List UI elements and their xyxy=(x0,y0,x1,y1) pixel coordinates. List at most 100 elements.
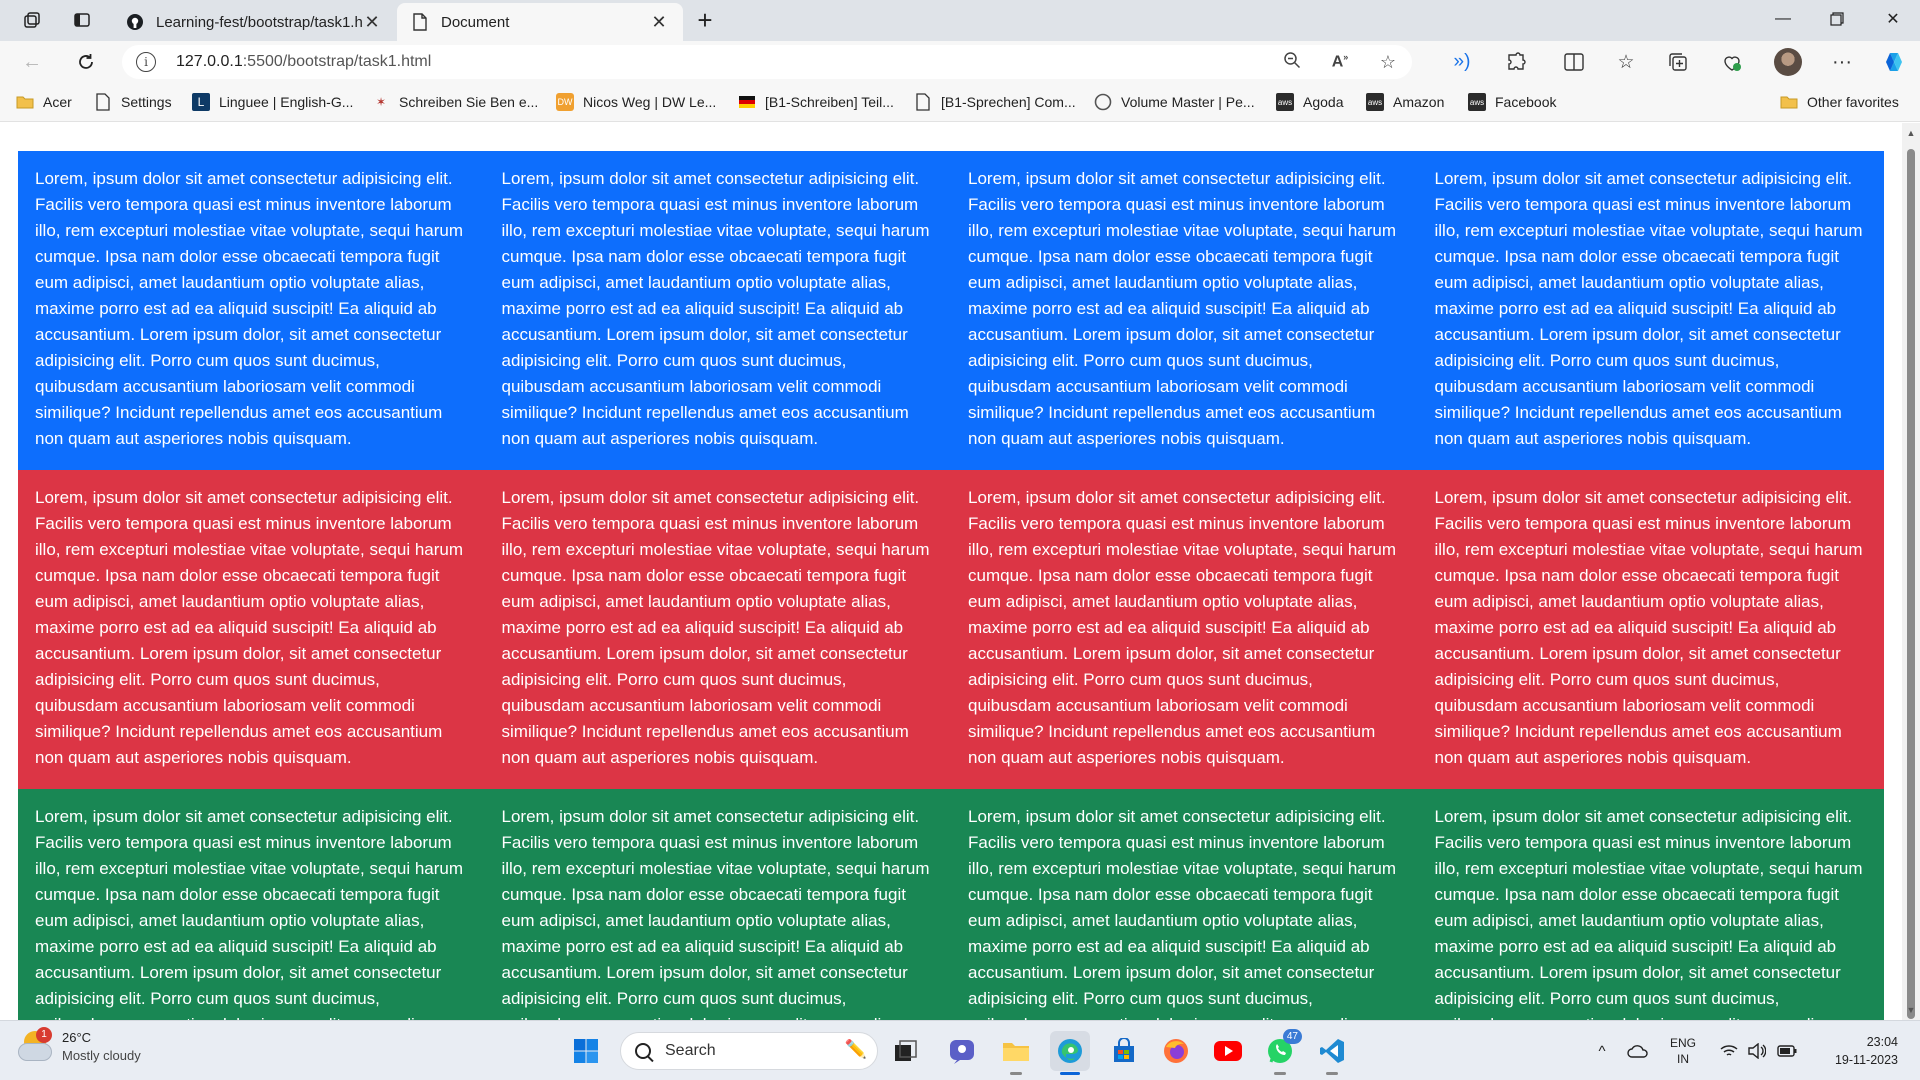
favorite-amazon[interactable]: aws Amazon xyxy=(1366,90,1444,114)
github-icon xyxy=(126,13,144,31)
language-line1: ENG xyxy=(1670,1036,1697,1050)
tab-github[interactable]: Learning-fest/bootstrap/task1.ht ✕ xyxy=(112,3,396,41)
show-hidden-icons-icon[interactable]: ^ xyxy=(1592,1031,1612,1071)
favorite-label: Nicos Weg | DW Le... xyxy=(583,94,717,110)
copilot-sound-icon[interactable]: ») xyxy=(1442,45,1482,79)
facebook-icon: aws xyxy=(1468,93,1486,111)
active-indicator xyxy=(1010,1072,1022,1075)
active-indicator xyxy=(1326,1072,1338,1075)
column-text: Lorem, ipsum dolor sit amet consectetur … xyxy=(1434,488,1863,767)
address-bar[interactable]: i 127.0.0.1:5500/bootstrap/task1.html A»… xyxy=(122,45,1412,79)
scrollbar-thumb[interactable] xyxy=(1907,149,1915,1019)
column-text: Lorem, ipsum dolor sit amet consectetur … xyxy=(35,488,464,767)
tab-title: Learning-fest/bootstrap/task1.ht xyxy=(156,13,362,31)
collections-icon[interactable] xyxy=(1658,45,1698,79)
other-favorites[interactable]: Other favorites xyxy=(1780,90,1899,114)
page-viewport: Lorem, ipsum dolor sit amet consectetur … xyxy=(0,123,1920,1020)
vertical-scrollbar[interactable]: ▲ ▼ xyxy=(1902,123,1920,1020)
column-text: Lorem, ipsum dolor sit amet consectetur … xyxy=(968,807,1397,1020)
zoom-icon[interactable] xyxy=(1268,51,1316,74)
favorite-facebook[interactable]: aws Facebook xyxy=(1468,90,1556,114)
favorite-label: Agoda xyxy=(1303,94,1344,110)
restore-button[interactable] xyxy=(1810,0,1864,38)
language-indicator[interactable]: ENG IN xyxy=(1670,1035,1696,1067)
microsoft-store-icon[interactable] xyxy=(1104,1031,1144,1071)
favorite-settings[interactable]: Settings xyxy=(94,90,172,114)
minimize-button[interactable]: — xyxy=(1756,0,1810,38)
active-indicator xyxy=(1060,1072,1080,1075)
column-text: Lorem, ipsum dolor sit amet consectetur … xyxy=(501,807,930,1020)
youtube-icon[interactable] xyxy=(1208,1031,1248,1071)
page-icon xyxy=(914,93,932,111)
close-window-button[interactable]: ✕ xyxy=(1866,0,1920,38)
refresh-button[interactable] xyxy=(66,45,106,79)
favorite-schreiben[interactable]: ✶ Schreiben Sie Ben e... xyxy=(372,90,538,114)
column-text: Lorem, ipsum dolor sit amet consectetur … xyxy=(501,169,930,448)
favorite-agoda[interactable]: aws Agoda xyxy=(1276,90,1343,114)
url-text: 127.0.0.1:5500/bootstrap/task1.html xyxy=(176,53,431,71)
folder-icon xyxy=(16,93,34,111)
column-text: Lorem, ipsum dolor sit amet consectetur … xyxy=(968,169,1397,448)
dw-icon: DW xyxy=(556,93,574,111)
workspaces-icon[interactable] xyxy=(12,4,52,36)
edge-icon[interactable] xyxy=(1050,1031,1090,1075)
scroll-up-icon[interactable]: ▲ xyxy=(1902,125,1920,141)
task-view-icon[interactable] xyxy=(886,1031,926,1071)
favorites-bar: Acer Settings L Linguee | English-G... ✶… xyxy=(0,82,1920,122)
favorite-label: [B1-Schreiben] Teil... xyxy=(765,94,894,110)
column-text: Lorem, ipsum dolor sit amet consectetur … xyxy=(1434,169,1863,448)
volume-icon[interactable] xyxy=(1746,1031,1768,1071)
site-info-icon[interactable]: i xyxy=(136,52,156,72)
clock-date: 19-11-2023 xyxy=(1834,1053,1898,1067)
firefox-icon[interactable] xyxy=(1156,1031,1196,1071)
copilot-icon[interactable] xyxy=(1874,45,1914,79)
favorite-acer[interactable]: Acer xyxy=(16,90,72,114)
file-explorer-icon[interactable] xyxy=(996,1031,1036,1075)
close-tab-icon[interactable]: ✕ xyxy=(362,12,382,33)
favorite-b1-sprechen[interactable]: [B1-Sprechen] Com... xyxy=(914,90,1076,114)
favorite-nicos-weg[interactable]: DW Nicos Weg | DW Le... xyxy=(556,90,716,114)
clock-time: 23:04 xyxy=(1866,1035,1898,1049)
bootstrap-container: Lorem, ipsum dolor sit amet consectetur … xyxy=(18,151,1884,1020)
amazon-icon: aws xyxy=(1366,93,1384,111)
more-menu-icon[interactable]: ··· xyxy=(1822,45,1862,79)
extensions-icon[interactable] xyxy=(1496,45,1536,79)
taskbar-search[interactable]: Search ✏️ xyxy=(620,1032,878,1070)
system-clock[interactable]: 23:04 19-11-2023 xyxy=(1820,1033,1898,1069)
favorite-b1-schreiben[interactable]: [B1-Schreiben] Teil... xyxy=(738,90,894,114)
column-text: Lorem, ipsum dolor sit amet consectetur … xyxy=(35,807,464,1020)
search-highlight-icon: ✏️ xyxy=(844,1039,867,1059)
tab-document[interactable]: Document ✕ xyxy=(397,3,683,41)
scroll-down-icon[interactable]: ▼ xyxy=(1902,1002,1920,1018)
favorite-volume-master[interactable]: Volume Master | Pe... xyxy=(1094,90,1255,114)
whatsapp-icon[interactable]: 47 xyxy=(1260,1029,1302,1075)
back-button[interactable]: ← xyxy=(12,45,52,79)
wifi-icon[interactable] xyxy=(1718,1031,1740,1071)
favorite-label: [B1-Sprechen] Com... xyxy=(941,94,1076,110)
favorite-label: Facebook xyxy=(1495,94,1557,110)
split-screen-icon[interactable] xyxy=(1554,45,1594,79)
favorite-label: Schreiben Sie Ben e... xyxy=(399,94,539,110)
teams-chat-icon[interactable] xyxy=(942,1031,982,1071)
agoda-icon: aws xyxy=(1276,93,1294,111)
browser-essentials-icon[interactable] xyxy=(1712,45,1752,79)
favorite-label: Amazon xyxy=(1393,94,1445,110)
read-aloud-icon[interactable]: A» xyxy=(1316,52,1364,71)
new-tab-button[interactable]: + xyxy=(687,4,723,36)
favorite-star-icon[interactable]: ☆ xyxy=(1364,52,1412,73)
close-tab-icon[interactable]: ✕ xyxy=(649,12,669,33)
vertical-tabs-icon[interactable] xyxy=(62,4,102,36)
vscode-icon[interactable] xyxy=(1312,1031,1352,1075)
favorite-linguee[interactable]: L Linguee | English-G... xyxy=(192,90,353,114)
windows-start-icon[interactable] xyxy=(566,1031,606,1071)
onedrive-icon[interactable] xyxy=(1624,1031,1652,1071)
weather-icon: 1 xyxy=(18,1027,54,1065)
favorites-icon[interactable]: ☆ xyxy=(1606,45,1646,79)
profile-avatar[interactable] xyxy=(1768,45,1808,79)
taskbar: 1 26°C Mostly cloudy Search ✏️ 47 ^ ENG … xyxy=(0,1020,1920,1080)
weather-widget[interactable]: 1 26°C Mostly cloudy xyxy=(18,1027,141,1065)
whatsapp-badge: 47 xyxy=(1282,1029,1302,1044)
other-favorites-label: Other favorites xyxy=(1807,94,1899,110)
german-flag-icon xyxy=(738,93,756,111)
battery-icon[interactable] xyxy=(1776,1031,1798,1071)
